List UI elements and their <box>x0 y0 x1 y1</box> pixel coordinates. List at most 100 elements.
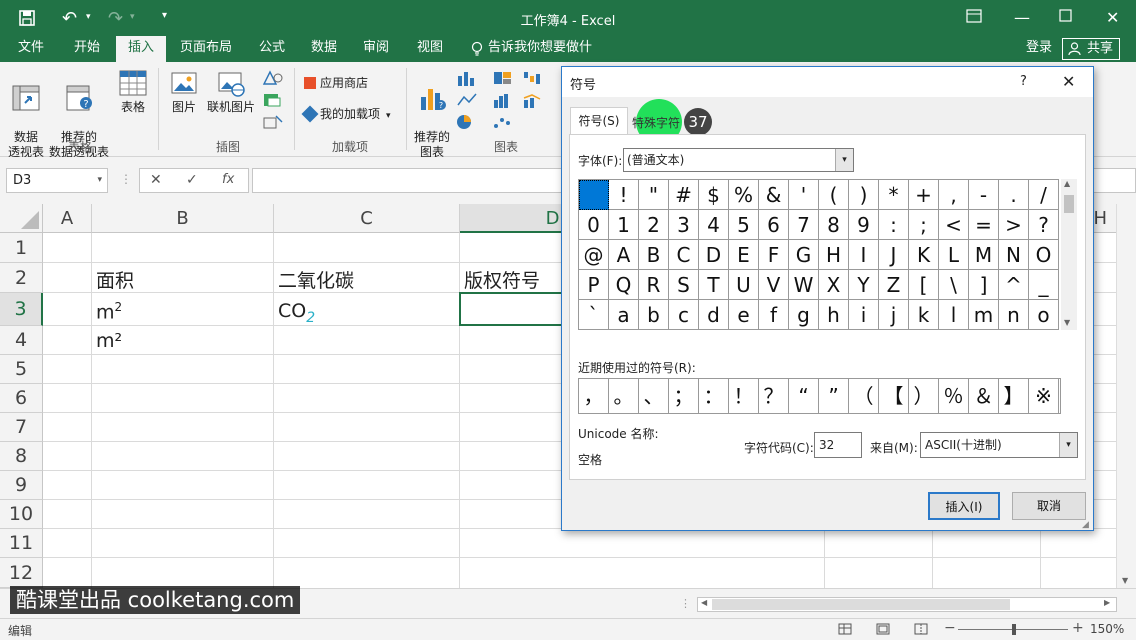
symbol-cell[interactable]: ^ <box>999 270 1029 300</box>
recent-symbol-cell[interactable]: ； <box>669 379 699 413</box>
vertical-scrollbar[interactable]: ▼ <box>1116 204 1136 588</box>
symbol-cell[interactable]: # <box>669 180 699 210</box>
symbol-cell[interactable]: D <box>699 240 729 270</box>
symbol-cell[interactable]: o <box>1029 300 1059 330</box>
symbol-cell[interactable]: Y <box>849 270 879 300</box>
symbol-cell[interactable]: \ <box>939 270 969 300</box>
tab-formulas[interactable]: 公式 <box>252 36 292 62</box>
symbol-grid[interactable]: ! " # $% & '() * +, -./ 0 1 2 3 4 5 6 7 8 9:; < = >? @ A B C D E F G H… <box>578 179 1059 330</box>
tab-symbols[interactable]: 符号(S) <box>570 107 628 135</box>
symbol-cell[interactable]: L <box>939 240 969 270</box>
symbol-cell[interactable]: & <box>759 180 789 210</box>
zoom-slider-thumb[interactable] <box>1012 624 1016 635</box>
symbol-cell[interactable]: a <box>609 300 639 330</box>
symbol-cell[interactable]: S <box>669 270 699 300</box>
ribbon-display-icon[interactable] <box>966 9 982 26</box>
online-pictures-button[interactable]: 联机图片 <box>204 68 258 115</box>
symbol-cell[interactable]: i <box>849 300 879 330</box>
symbol-cell[interactable]: - <box>969 180 999 210</box>
cell-b3[interactable]: m2 <box>96 300 122 323</box>
symbol-cell[interactable]: d <box>699 300 729 330</box>
horizontal-scroll-thumb[interactable] <box>712 599 1010 610</box>
scroll-down-icon[interactable]: ▼ <box>1122 576 1128 585</box>
combo-chart-icon[interactable] <box>522 92 544 111</box>
waterfall-chart-icon[interactable] <box>522 70 544 89</box>
row-header-6[interactable]: 6 <box>0 384 43 413</box>
insert-function-icon[interactable]: fx <box>222 172 234 187</box>
symbol-cell[interactable]: 2 <box>639 210 669 240</box>
recent-symbol-cell[interactable]: ※ <box>1029 379 1059 413</box>
horizontal-scrollbar[interactable]: ◀ ▶ <box>697 597 1117 612</box>
cancel-formula-icon[interactable]: ✕ <box>150 172 162 188</box>
row-header-9[interactable]: 9 <box>0 471 43 500</box>
tab-data[interactable]: 数据 <box>304 36 344 62</box>
symbol-cell[interactable]: G <box>789 240 819 270</box>
column-chart-icon[interactable] <box>456 70 478 89</box>
tab-special-characters[interactable]: 特殊字符 <box>632 114 680 131</box>
scroll-up-icon[interactable]: ▲ <box>1064 179 1070 188</box>
symbol-scroll-thumb[interactable] <box>1064 195 1074 213</box>
login-button[interactable]: 登录 <box>1020 36 1058 62</box>
hierarchy-chart-icon[interactable] <box>492 70 514 89</box>
tab-view[interactable]: 视图 <box>410 36 450 62</box>
close-window-icon[interactable]: ✕ <box>1106 8 1119 27</box>
symbol-cell[interactable]: U <box>729 270 759 300</box>
symbol-cell[interactable]: 4 <box>699 210 729 240</box>
symbol-cell[interactable]: % <box>729 180 759 210</box>
selected-cell-d3[interactable] <box>459 292 569 326</box>
recent-symbol-cell[interactable]: ％ <box>939 379 969 413</box>
row-header-1[interactable]: 1 <box>0 233 43 263</box>
symbol-cell[interactable]: 0 <box>579 210 609 240</box>
select-all-corner[interactable] <box>0 204 43 233</box>
row-header-2[interactable]: 2 <box>0 263 43 293</box>
shapes-icon[interactable] <box>262 70 284 89</box>
table-button[interactable]: 表格 <box>114 68 152 115</box>
symbol-cell[interactable]: g <box>789 300 819 330</box>
help-icon[interactable]: ? <box>1020 74 1027 89</box>
symbol-cell[interactable]: P <box>579 270 609 300</box>
symbol-cell[interactable]: ? <box>1029 210 1059 240</box>
symbol-cell[interactable]: : <box>879 210 909 240</box>
scatter-chart-icon[interactable] <box>492 114 514 133</box>
page-layout-view-icon[interactable] <box>876 623 890 638</box>
insert-button[interactable]: 插入(I) <box>928 492 1000 520</box>
recent-symbol-cell[interactable]: ＆ <box>969 379 999 413</box>
symbol-cell[interactable]: ) <box>849 180 879 210</box>
symbol-cell[interactable]: ` <box>579 300 609 330</box>
tab-page-layout[interactable]: 页面布局 <box>174 36 238 62</box>
store-button[interactable]: 应用商店 <box>304 76 384 91</box>
symbol-cell[interactable]: R <box>639 270 669 300</box>
row-header-3[interactable]: 3 <box>0 293 43 326</box>
zoom-out-icon[interactable]: − <box>944 620 956 636</box>
minimize-icon[interactable]: — <box>1014 8 1030 27</box>
tab-file[interactable]: 文件 <box>8 36 54 62</box>
symbol-cell[interactable]: @ <box>579 240 609 270</box>
symbol-cell[interactable]: * <box>879 180 909 210</box>
symbol-cell[interactable]: 9 <box>849 210 879 240</box>
row-header-10[interactable]: 10 <box>0 500 43 529</box>
symbol-cell[interactable]: k <box>909 300 939 330</box>
symbol-cell[interactable]: + <box>909 180 939 210</box>
symbol-cell[interactable]: B <box>639 240 669 270</box>
recent-symbol-cell[interactable]: ， <box>579 379 609 413</box>
row-header-8[interactable]: 8 <box>0 442 43 471</box>
symbol-cell[interactable]: T <box>699 270 729 300</box>
pie-chart-icon[interactable] <box>456 114 478 133</box>
recent-symbol-cell[interactable]: ） <box>909 379 939 413</box>
symbol-cell[interactable]: 1 <box>609 210 639 240</box>
symbol-cell[interactable]: 3 <box>669 210 699 240</box>
zoom-level[interactable]: 150% <box>1090 622 1124 636</box>
symbol-cell[interactable]: F <box>759 240 789 270</box>
pictures-button[interactable]: 图片 <box>166 68 202 115</box>
share-button[interactable]: 共享 <box>1062 38 1120 60</box>
tell-me-search[interactable]: 告诉我你想要做什么 <box>488 36 598 79</box>
symbol-cell[interactable]: f <box>759 300 789 330</box>
scroll-left-icon[interactable]: ◀ <box>701 598 707 607</box>
symbol-cell[interactable]: > <box>999 210 1029 240</box>
symbol-cell[interactable]: 5 <box>729 210 759 240</box>
my-addins-button[interactable]: 我的加载项 ▾ <box>301 105 404 124</box>
symbol-cell[interactable]: ! <box>609 180 639 210</box>
cancel-button[interactable]: 取消 <box>1012 492 1086 520</box>
symbol-cell[interactable]: J <box>879 240 909 270</box>
cell-d2[interactable]: 版权符号 <box>464 266 540 293</box>
